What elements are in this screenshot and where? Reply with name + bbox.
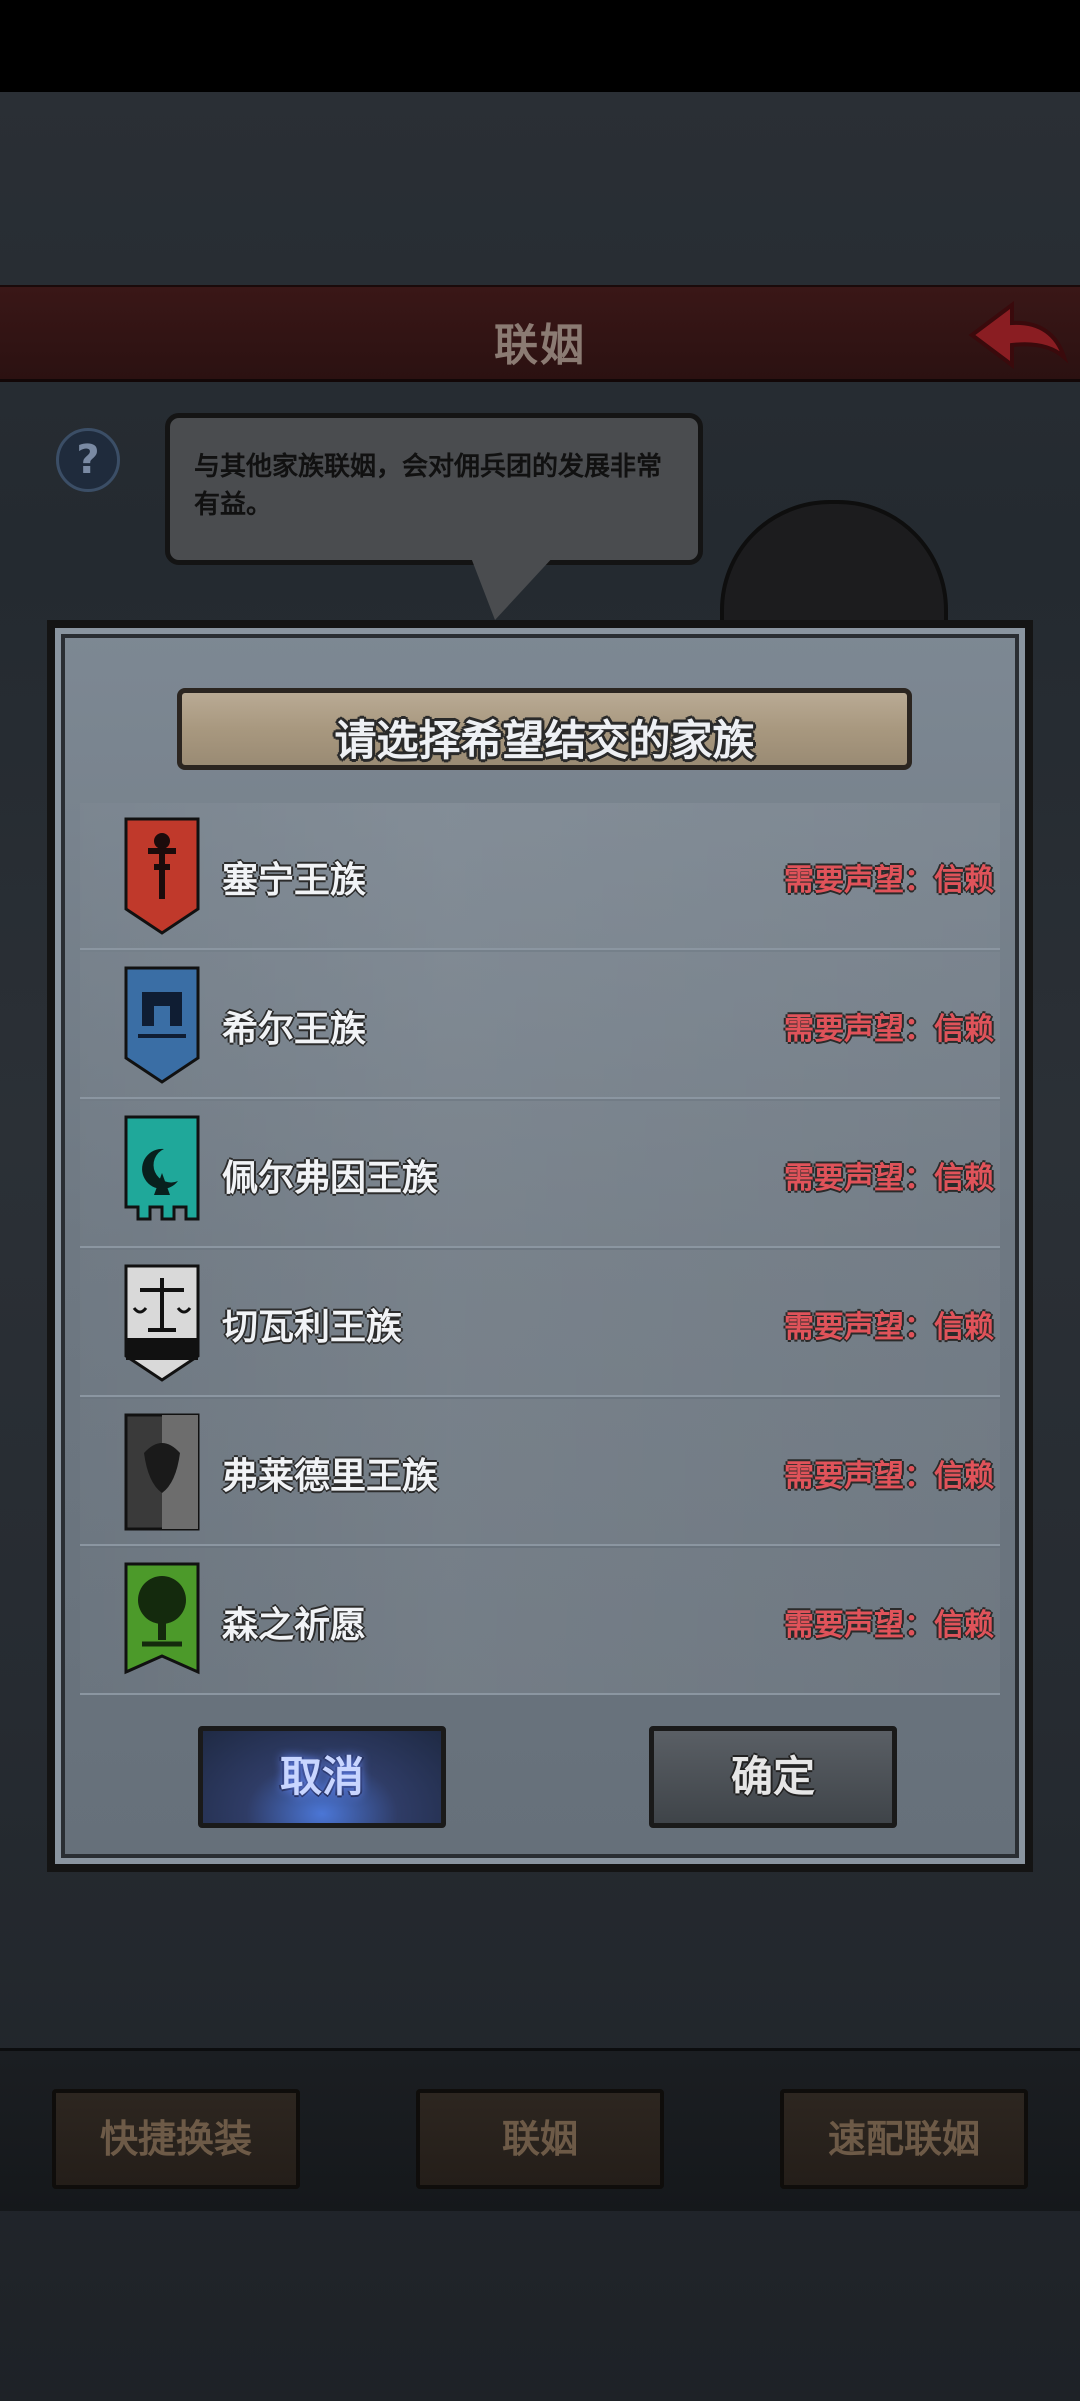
moon-crest-icon [124,1115,200,1221]
scales-crest-icon [124,1264,200,1382]
reputation-requirement: 需要声望：信赖 [784,1608,994,1643]
family-row[interactable]: 森之祈愿 需要声望：信赖 [80,1548,1000,1695]
family-row[interactable]: 弗莱德里王族 需要声望：信赖 [80,1399,1000,1546]
cancel-button[interactable]: 取消 [198,1726,446,1828]
family-row[interactable]: 切瓦利王族 需要声望：信赖 [80,1250,1000,1397]
bottom-bar: 快捷换装 联姻 速配联姻 [0,2048,1080,2211]
family-select-dialog: 请选择希望结交的家族 塞宁王族 需要声望：信赖 希尔王族 需要声望：信赖 佩尔弗… [47,620,1033,1872]
speech-bubble-tail [470,555,555,620]
family-name: 佩尔弗因王族 [222,1158,439,1199]
reputation-requirement: 需要声望：信赖 [784,1310,994,1345]
back-arrow-icon[interactable] [960,295,1070,375]
reputation-requirement: 需要声望：信赖 [784,1459,994,1494]
page-title: 联姻 [494,320,586,371]
family-row[interactable]: 希尔王族 需要声望：信赖 [80,952,1000,1099]
speech-text: 与其他家族联姻，会对佣兵团的发展非常有益。 [194,452,663,520]
confirm-button[interactable]: 确定 [649,1726,897,1828]
sword-crest-icon [124,817,200,935]
family-row[interactable]: 佩尔弗因王族 需要声望：信赖 [80,1101,1000,1248]
family-name: 切瓦利王族 [222,1307,403,1348]
quick-equip-button[interactable]: 快捷换装 [52,2089,300,2189]
reputation-requirement: 需要声望：信赖 [784,863,994,898]
tree-crest-icon [124,1562,200,1675]
family-list: 塞宁王族 需要声望：信赖 希尔王族 需要声望：信赖 佩尔弗因王族 需要声望：信赖 [80,803,1000,1697]
quick-match-button[interactable]: 速配联姻 [780,2089,1028,2189]
family-name: 弗莱德里王族 [222,1456,439,1497]
marriage-button[interactable]: 联姻 [416,2089,664,2189]
family-row[interactable]: 塞宁王族 需要声望：信赖 [80,803,1000,950]
castle-crest-icon [124,966,200,1084]
bull-crest-icon [124,1413,200,1531]
reputation-requirement: 需要声望：信赖 [784,1161,994,1196]
family-name: 希尔王族 [222,1009,367,1050]
family-name: 塞宁王族 [222,860,367,901]
speech-bubble: 与其他家族联姻，会对佣兵团的发展非常有益。 [165,413,703,565]
help-button[interactable]: ? [56,428,120,492]
reputation-requirement: 需要声望：信赖 [784,1012,994,1047]
dialog-title: 请选择希望结交的家族 [334,716,755,765]
page-header: 联姻 [0,285,1080,382]
family-name: 森之祈愿 [222,1605,367,1646]
status-bar [0,0,1080,92]
dialog-title-plate: 请选择希望结交的家族 [177,688,912,770]
